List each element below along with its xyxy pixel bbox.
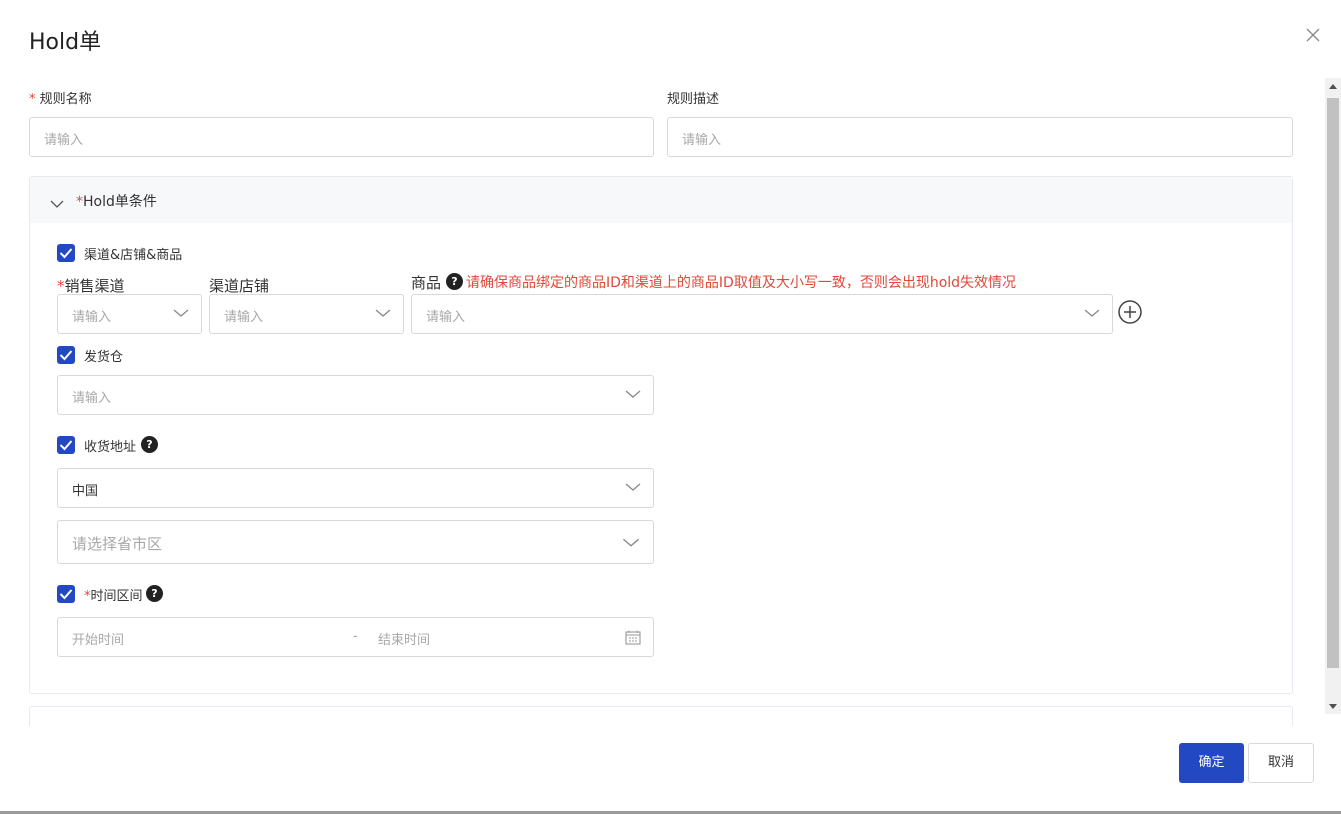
- chevron-down-icon: [625, 390, 641, 398]
- product-warning-text: 请确保商品绑定的商品ID和渠道上的商品ID取值及大小写一致，否则会出现hold失…: [466, 275, 1017, 291]
- warehouse-checkbox[interactable]: [57, 346, 75, 364]
- chevron-down-icon: [1084, 309, 1100, 317]
- channel-shop-product-label: 渠道&店铺&商品: [84, 248, 183, 263]
- chevron-down-icon: [375, 309, 391, 317]
- address-label: 收货地址: [84, 440, 137, 455]
- hold-conditions-title-text: Hold单条件: [83, 194, 157, 210]
- country-select[interactable]: 中国: [57, 468, 654, 508]
- date-range-picker[interactable]: 开始时间 - 结束时间: [57, 617, 654, 657]
- rule-desc-placeholder: 请输入: [682, 133, 722, 148]
- range-separator: -: [353, 629, 358, 644]
- dialog-title: Hold单: [29, 30, 102, 55]
- product-label: 商品: [411, 274, 442, 292]
- cancel-button[interactable]: 取消: [1248, 743, 1314, 783]
- region-placeholder: 请选择省市区: [72, 535, 163, 553]
- sales-channel-label: *销售渠道: [57, 275, 125, 296]
- channel-shop-product-checkbox[interactable]: [57, 244, 75, 262]
- chevron-down-icon: [173, 309, 189, 317]
- scroll-down-arrow[interactable]: [1329, 704, 1337, 709]
- scroll-thumb[interactable]: [1327, 98, 1339, 668]
- hold-conditions-title: *Hold单条件: [76, 191, 157, 211]
- time-range-checkbox[interactable]: [57, 585, 75, 603]
- required-mark: *: [29, 92, 36, 107]
- rule-name-placeholder: 请输入: [44, 133, 84, 148]
- product-help-icon[interactable]: ?: [446, 273, 463, 290]
- address-help-icon[interactable]: ?: [141, 436, 158, 453]
- time-range-label-text: 时间区间: [90, 589, 143, 604]
- end-time-placeholder[interactable]: 结束时间: [378, 629, 430, 648]
- start-time-placeholder[interactable]: 开始时间: [72, 629, 124, 648]
- channel-shop-label: 渠道店铺: [209, 277, 270, 295]
- rule-name-input[interactable]: 请输入: [29, 117, 654, 157]
- country-value: 中国: [72, 484, 99, 499]
- channel-shop-select[interactable]: 请输入: [209, 294, 404, 334]
- required-mark: *: [76, 194, 83, 210]
- time-range-help-icon[interactable]: ?: [146, 585, 163, 602]
- warehouse-select[interactable]: 请输入: [57, 375, 654, 415]
- channel-shop-placeholder: 请输入: [224, 310, 264, 325]
- required-mark: *: [57, 277, 65, 295]
- rule-desc-input[interactable]: 请输入: [667, 117, 1293, 157]
- sales-channel-label-text: 销售渠道: [64, 277, 125, 295]
- sales-channel-select[interactable]: 请输入: [57, 294, 202, 334]
- chevron-down-icon[interactable]: [50, 194, 64, 213]
- time-range-label: *时间区间: [84, 585, 143, 604]
- rule-name-label-text: 规则名称: [39, 92, 92, 107]
- product-select[interactable]: 请输入: [411, 294, 1113, 334]
- region-select[interactable]: 请选择省市区: [57, 520, 654, 564]
- address-checkbox[interactable]: [57, 436, 75, 454]
- chevron-down-icon: [625, 483, 641, 491]
- confirm-button[interactable]: 确定: [1179, 743, 1244, 783]
- product-placeholder: 请输入: [426, 310, 466, 325]
- rule-name-label: * 规则名称: [29, 88, 92, 107]
- next-section-panel: [29, 706, 1293, 726]
- warehouse-placeholder: 请输入: [72, 391, 112, 406]
- chevron-down-icon: [622, 538, 640, 547]
- warehouse-label: 发货仓: [84, 350, 124, 365]
- dialog-scrollbar[interactable]: [1325, 78, 1341, 714]
- plus-circle-icon[interactable]: [1118, 300, 1142, 324]
- close-icon[interactable]: [1304, 26, 1322, 44]
- calendar-icon[interactable]: [625, 630, 641, 649]
- scroll-up-arrow[interactable]: [1329, 84, 1337, 89]
- rule-desc-label: 规则描述: [667, 92, 720, 107]
- hold-conditions-header[interactable]: *Hold单条件: [30, 177, 1292, 223]
- sales-channel-placeholder: 请输入: [72, 310, 112, 325]
